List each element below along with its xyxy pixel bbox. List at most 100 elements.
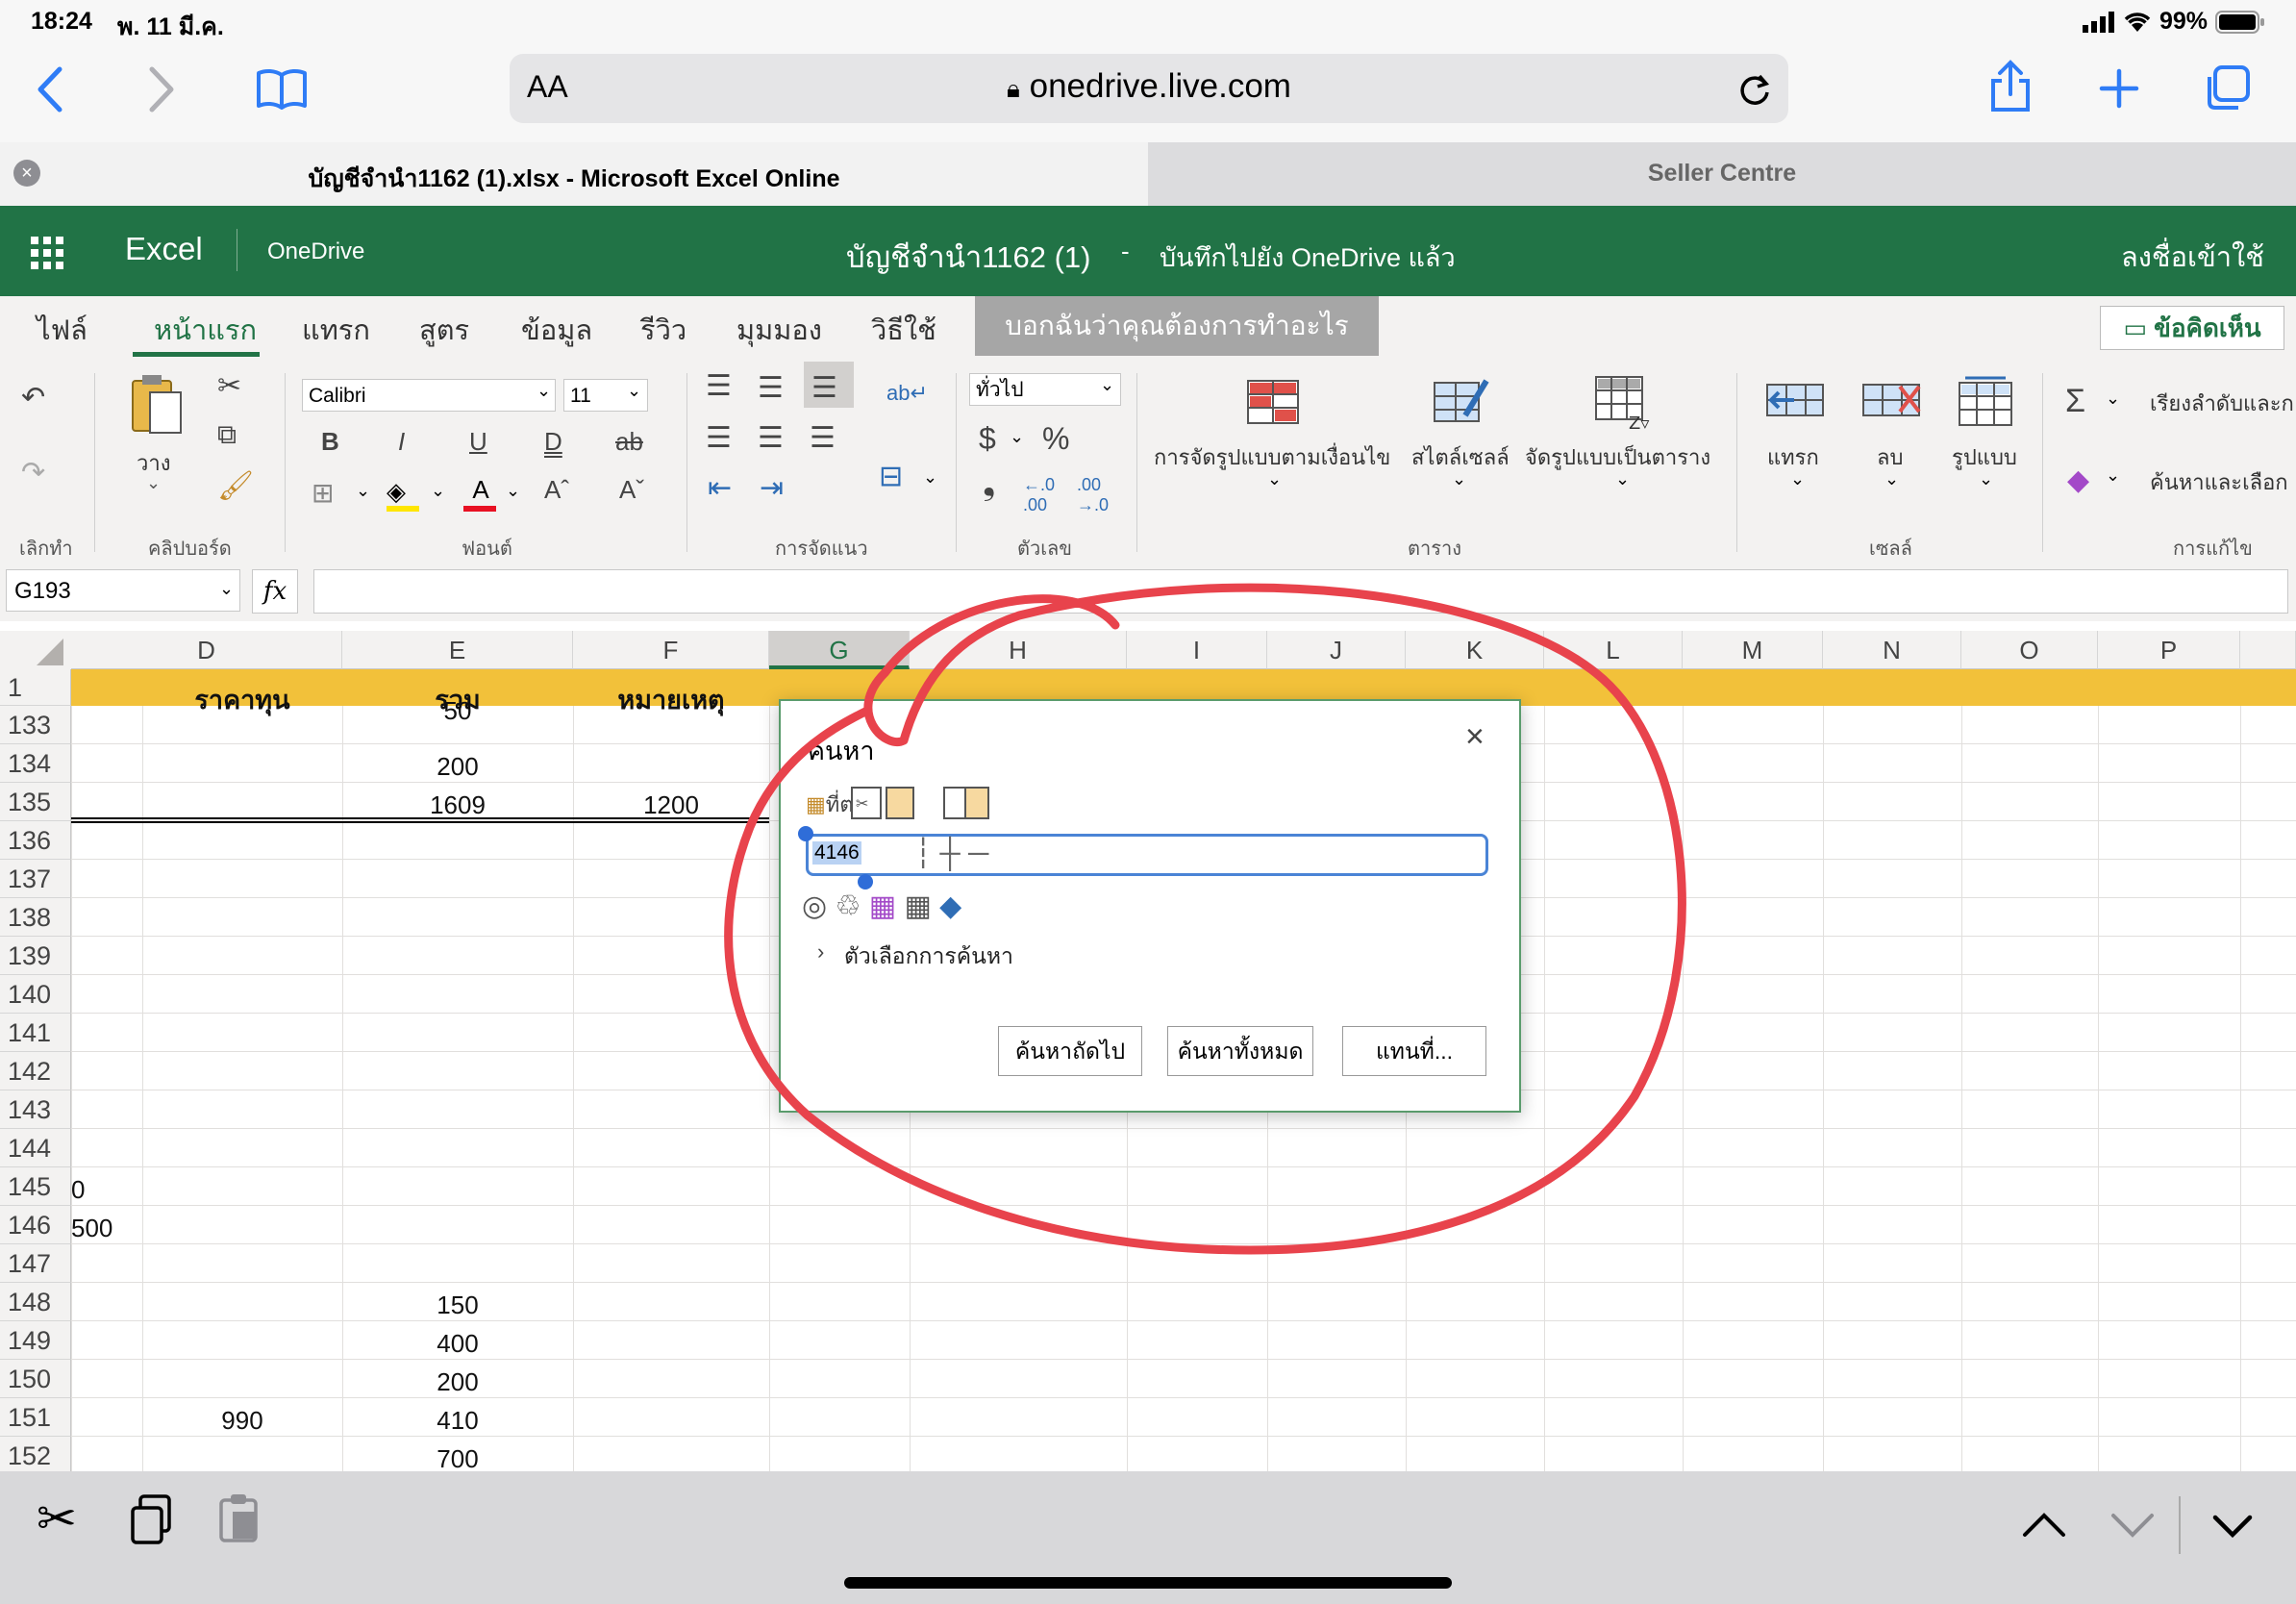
column-header-n[interactable]: N <box>1823 631 1961 669</box>
copy-icon[interactable]: ⧉ <box>217 419 237 451</box>
cell-styles-dropdown-icon[interactable]: ⌄ <box>1452 469 1466 489</box>
document-title[interactable]: บัญชีจำนำ1162 (1) <box>846 233 1090 281</box>
row-header[interactable]: 150 <box>0 1360 71 1398</box>
conditional-formatting-icon[interactable] <box>1246 379 1300 425</box>
row-header[interactable]: 139 <box>0 937 71 975</box>
increase-indent-icon[interactable]: ⇥ <box>760 471 784 505</box>
cut-icon[interactable]: ✂ <box>217 369 241 403</box>
fill-color-dropdown-icon[interactable]: ⌄ <box>431 481 445 501</box>
align-top-icon[interactable]: ☰ <box>706 369 732 403</box>
wrap-text-icon[interactable]: ab↵ <box>886 381 928 406</box>
bookmarks-icon[interactable] <box>256 67 308 110</box>
tab-data[interactable]: ข้อมูล <box>521 308 592 352</box>
row-header[interactable]: 146 <box>0 1206 71 1244</box>
row-header[interactable]: 148 <box>0 1283 71 1321</box>
insert-dropdown-icon[interactable]: ⌄ <box>1790 469 1805 489</box>
undo-icon[interactable]: ↶ <box>21 381 45 414</box>
currency-button[interactable]: $ <box>979 421 996 457</box>
cell-e135[interactable]: 1609 <box>342 790 573 820</box>
column-header-h[interactable]: H <box>910 631 1127 669</box>
name-box-dropdown-icon[interactable]: ⌄ <box>219 579 234 599</box>
app-launcher-icon[interactable] <box>31 237 63 269</box>
cut-shortcut-icon[interactable]: ✂ <box>37 1491 77 1546</box>
autosum-icon[interactable]: Σ <box>2065 383 2085 420</box>
align-center-icon[interactable]: ☰ <box>758 421 784 455</box>
sort-filter-button[interactable]: เรียงลำดับและก <box>2150 387 2294 420</box>
column-header-f[interactable]: F <box>573 631 769 669</box>
column-header-k[interactable]: K <box>1406 631 1544 669</box>
onedrive-link[interactable]: OneDrive <box>267 238 364 265</box>
cell-e148[interactable]: 150 <box>342 1291 573 1320</box>
align-left-icon[interactable]: ☰ <box>706 421 732 455</box>
tell-me-search[interactable]: บอกฉันว่าคุณต้องการทำอะไร <box>975 296 1379 356</box>
row-header[interactable]: 144 <box>0 1129 71 1167</box>
paste-dropdown-icon[interactable]: ⌄ <box>146 473 161 493</box>
format-dropdown-icon[interactable]: ⌄ <box>1979 469 1993 489</box>
find-select-button[interactable]: ค้นหาและเลือก <box>2150 465 2288 499</box>
autosum-dropdown-icon[interactable]: ⌄ <box>2106 388 2120 409</box>
row-header[interactable]: 147 <box>0 1244 71 1283</box>
row-header[interactable]: 138 <box>0 898 71 937</box>
column-header-m[interactable]: M <box>1683 631 1823 669</box>
row-header[interactable]: 151 <box>0 1398 71 1437</box>
name-box[interactable]: G193 <box>6 569 240 612</box>
decrease-font-icon[interactable]: Aˇ <box>619 475 644 505</box>
clear-icon[interactable]: ◆ <box>2067 464 2089 497</box>
url-text[interactable]: 🔒︎ onedrive.live.com <box>510 67 1788 106</box>
selection-handle-end[interactable] <box>858 874 873 890</box>
cell-e134[interactable]: 200 <box>342 752 573 782</box>
double-underline-button[interactable]: D <box>544 427 562 457</box>
header-cell-d[interactable]: ราคาทุน <box>142 679 342 720</box>
cell-e133[interactable]: 50 <box>342 696 573 726</box>
delete-cells-icon[interactable] <box>1861 377 1921 425</box>
column-header-l[interactable]: L <box>1544 631 1683 669</box>
clear-dropdown-icon[interactable]: ⌄ <box>2106 465 2120 486</box>
previous-field-icon[interactable] <box>2021 1510 2067 1539</box>
formula-input[interactable] <box>313 569 2288 614</box>
row-header[interactable]: 137 <box>0 860 71 898</box>
comments-button[interactable]: ▭ ข้อคิดเห็น <box>2100 306 2284 350</box>
borders-dropdown-icon[interactable]: ⌄ <box>356 481 370 501</box>
number-format-combo[interactable]: ทั่วไป <box>969 373 1121 406</box>
cell-styles-icon[interactable] <box>1433 377 1490 429</box>
insert-cells-icon[interactable] <box>1765 377 1825 425</box>
increase-decimal-icon[interactable]: ←.0.00 <box>1023 475 1055 515</box>
column-header-e[interactable]: E <box>342 631 573 669</box>
find-next-button[interactable]: ค้นหาถัดไป <box>998 1026 1142 1076</box>
insert-function-button[interactable]: fx <box>252 569 298 614</box>
align-middle-icon[interactable]: ☰ <box>758 371 784 405</box>
row-header[interactable]: 145 <box>0 1167 71 1206</box>
cell-e151[interactable]: 410 <box>342 1406 573 1436</box>
underline-button[interactable]: U <box>469 427 487 457</box>
new-tab-icon[interactable] <box>2098 67 2140 110</box>
search-options-label[interactable]: ตัวเลือกการค้นหา <box>844 940 1013 974</box>
format-as-table-icon[interactable]: Z▿ <box>1594 375 1654 431</box>
column-header-d[interactable]: D <box>71 631 342 669</box>
fill-color-icon[interactable]: ◈ <box>387 477 421 512</box>
tab-excel[interactable]: × บัญชีจำนำ1162 (1).xlsx - Microsoft Exc… <box>0 142 1148 206</box>
tab-insert[interactable]: แทรก <box>302 308 370 352</box>
row-header[interactable]: 1 <box>0 669 71 706</box>
cell-e152[interactable]: 700 <box>342 1444 573 1471</box>
font-size-dropdown-icon[interactable]: ⌄ <box>627 381 641 401</box>
strikethrough-button[interactable]: ab <box>615 427 643 457</box>
address-bar[interactable]: AA 🔒︎ onedrive.live.com <box>510 54 1788 123</box>
select-all-corner[interactable] <box>0 631 72 670</box>
row-header[interactable]: 143 <box>0 1090 71 1129</box>
column-header-o[interactable]: O <box>1961 631 2098 669</box>
number-format-dropdown-icon[interactable]: ⌄ <box>1100 375 1114 395</box>
header-cell-f[interactable]: หมายเหตุ <box>573 679 769 720</box>
row-header[interactable]: 152 <box>0 1437 71 1471</box>
cell-e149[interactable]: 400 <box>342 1329 573 1359</box>
column-header-p[interactable]: P <box>2098 631 2240 669</box>
copy-shortcut-icon[interactable] <box>129 1494 173 1544</box>
borders-icon[interactable]: ⊞ <box>312 477 334 509</box>
tab-help[interactable]: วิธีใช้ <box>871 308 936 352</box>
italic-button[interactable]: I <box>398 427 405 457</box>
column-header-g[interactable]: G <box>769 631 910 669</box>
replace-button[interactable]: แทนที่... <box>1342 1026 1486 1076</box>
format-as-table-dropdown-icon[interactable]: ⌄ <box>1615 469 1630 489</box>
cell-f135[interactable]: 1200 <box>573 790 769 820</box>
column-header-j[interactable]: J <box>1267 631 1406 669</box>
font-color-icon[interactable]: A <box>463 475 498 512</box>
